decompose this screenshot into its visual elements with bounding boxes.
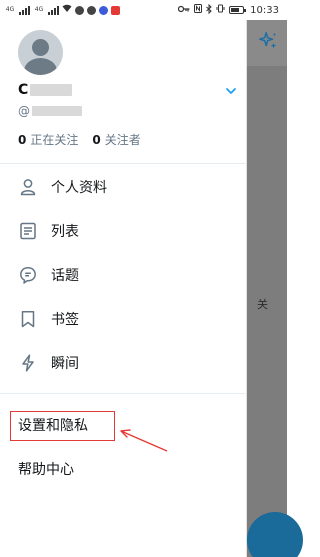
divider [0,163,247,164]
profile-handle-redacted [32,106,82,116]
menu-item-topics[interactable]: 话题 [0,253,247,297]
shield-icon [75,5,84,15]
navigation-drawer: C @ 0 正在关注 0 关注者 个人资料 列表 话题 书签 瞬间 设置和隐私 … [0,20,247,557]
clock: 10:33 [250,4,279,16]
profile-name[interactable]: C [18,82,73,98]
following-label: 正在关注 [30,133,79,147]
sparkle-icon[interactable] [257,30,279,52]
list-icon [18,221,38,241]
menu-item-label: 列表 [51,224,79,240]
avatar-head [32,39,49,56]
menu-item-label: 书签 [51,312,79,328]
chevron-down-icon[interactable] [224,84,238,98]
profile-handle-prefix: @ [18,104,30,118]
avatar[interactable] [18,30,63,75]
following-link[interactable]: 0 正在关注 [18,131,78,148]
menu-item-profile[interactable]: 个人资料 [0,165,247,209]
signal-icon-2 [48,5,59,15]
battery-icon [229,6,247,14]
menu-item-lists[interactable]: 列表 [0,209,247,253]
menu-item-label: 个人资料 [51,180,107,196]
followers-link[interactable]: 0 关注者 [92,131,140,148]
compose-fab[interactable] [247,512,303,557]
lightning-icon [18,353,38,373]
following-count: 0 [18,133,27,147]
status-bar: 4G 4G 10:33 [0,0,287,20]
wifi-icon [62,4,72,16]
notification-icon [111,5,120,15]
divider [0,393,247,394]
annotation-highlight-box [10,411,115,441]
followers-label: 关注者 [104,133,141,147]
person-icon [18,177,38,197]
profile-name-initial: C [18,82,29,98]
background-app[interactable]: 关 [247,20,303,557]
follow-stats: 0 正在关注 0 关注者 [18,131,141,148]
network-type-1: 4G [5,6,15,13]
profile-handle: @ [18,104,82,118]
followers-count: 0 [92,133,101,147]
app-icon-2 [99,5,108,15]
avatar-body [24,58,57,75]
key-icon [178,5,190,16]
app-icon [87,5,96,15]
menu-item-label: 瞬间 [51,356,79,372]
menu-item-bookmarks[interactable]: 书签 [0,297,247,341]
annotation-arrow-icon [120,429,168,452]
signal-icon [19,5,30,15]
menu-item-moments[interactable]: 瞬间 [0,341,247,385]
help-center-label: 帮助中心 [18,462,74,478]
bookmark-icon [18,309,38,329]
bluetooth-icon [206,3,212,17]
vibrate-icon [216,4,225,16]
menu-item-label: 话题 [51,268,79,284]
network-type-2: 4G [34,6,44,13]
profile-name-redacted [30,84,73,96]
menu-item-help-center[interactable]: 帮助中心 [0,452,247,486]
background-partial-text: 关 [257,298,268,311]
topic-icon [18,265,38,285]
background-app-header [247,20,287,66]
nfc-icon [194,4,203,16]
